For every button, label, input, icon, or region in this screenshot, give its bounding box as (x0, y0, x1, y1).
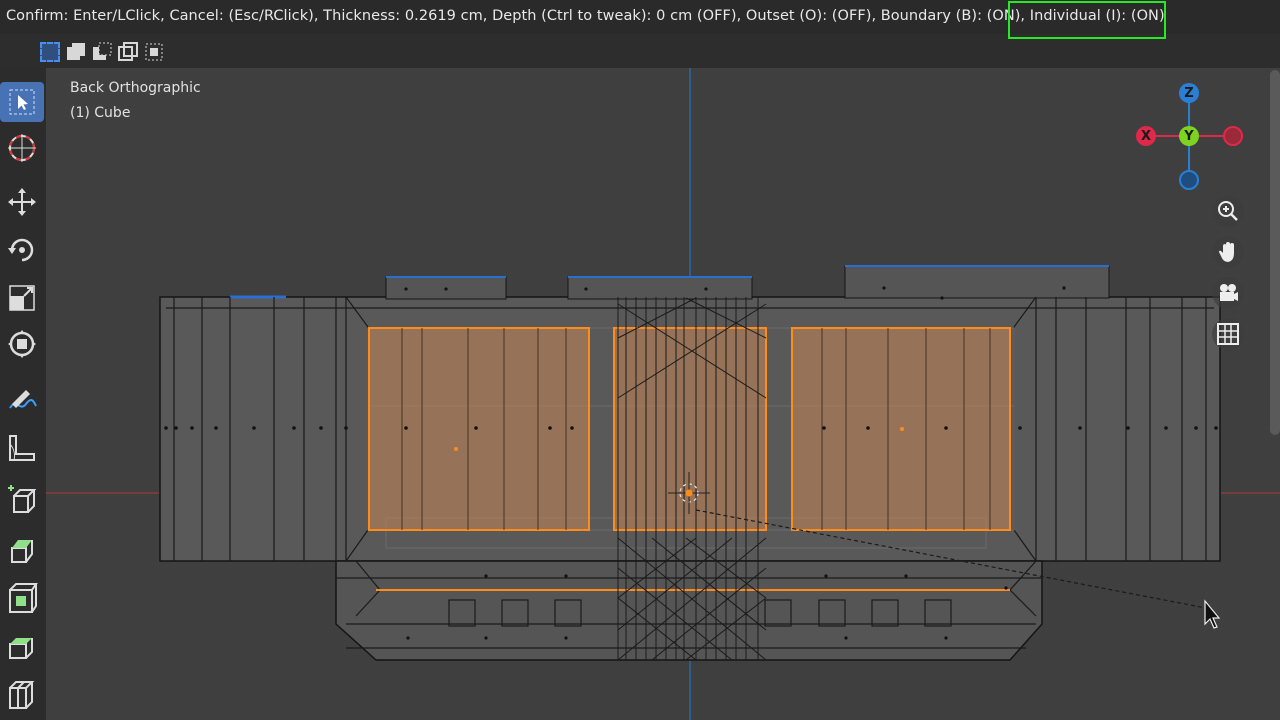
gizmo-x-axis[interactable]: X (1136, 126, 1156, 146)
gizmo-y-label: Y (1184, 128, 1194, 144)
mesh-lower-body (335, 560, 1043, 661)
scale-icon[interactable] (0, 278, 44, 318)
gizmo-neg-z-axis[interactable] (1179, 170, 1199, 190)
mesh-top-block-2 (567, 276, 753, 300)
gizmo-z-axis[interactable]: Z (1179, 83, 1199, 103)
select-cursor-icon[interactable] (0, 82, 44, 122)
cursor-3d-icon[interactable] (0, 128, 44, 168)
tool-shelf (0, 68, 46, 720)
viewport-scrollbar[interactable] (1270, 70, 1280, 435)
add-cube-icon[interactable] (0, 480, 44, 520)
select-extend-icon[interactable] (66, 42, 86, 62)
status-text: Confirm: Enter/LClick, Cancel: (Esc/RCli… (6, 8, 1165, 24)
inset-icon[interactable] (0, 578, 44, 618)
transform-icon[interactable] (0, 324, 44, 364)
mode-toolbar (0, 34, 1280, 68)
3d-viewport[interactable]: Back Orthographic (1) Cube Z X Y (46, 68, 1280, 720)
gizmo-z-label: Z (1184, 85, 1194, 101)
gizmo-neg-x-axis[interactable] (1223, 126, 1243, 146)
mesh-top-block-3 (844, 265, 1110, 299)
bevel-icon[interactable] (0, 626, 44, 666)
status-prefix: Confirm: Enter/LClick, Cancel: (Esc/RCli… (6, 8, 1030, 24)
select-new-icon[interactable] (40, 42, 60, 62)
select-subtract-icon[interactable] (92, 42, 112, 62)
rotate-icon[interactable] (0, 230, 44, 270)
gizmo-x-label: X (1140, 128, 1152, 144)
select-invert-icon[interactable] (118, 42, 138, 62)
highlight-box (1008, 1, 1166, 39)
annotate-icon[interactable] (0, 380, 44, 420)
view-name-label: Back Orthographic (70, 80, 201, 96)
camera-icon[interactable] (1212, 277, 1244, 309)
extrude-icon[interactable] (0, 530, 44, 570)
measure-icon[interactable] (0, 428, 44, 468)
hand-pan-icon[interactable] (1212, 236, 1244, 268)
object-name-label: (1) Cube (70, 105, 131, 121)
mesh-scene[interactable] (46, 68, 1280, 720)
gizmo-y-axis[interactable]: Y (1179, 126, 1199, 146)
zoom-icon[interactable] (1212, 195, 1244, 227)
move-icon[interactable] (0, 182, 44, 222)
select-intersect-icon[interactable] (144, 42, 164, 62)
grid-ortho-icon[interactable] (1212, 318, 1244, 350)
loop-cut-icon[interactable] (0, 674, 44, 714)
